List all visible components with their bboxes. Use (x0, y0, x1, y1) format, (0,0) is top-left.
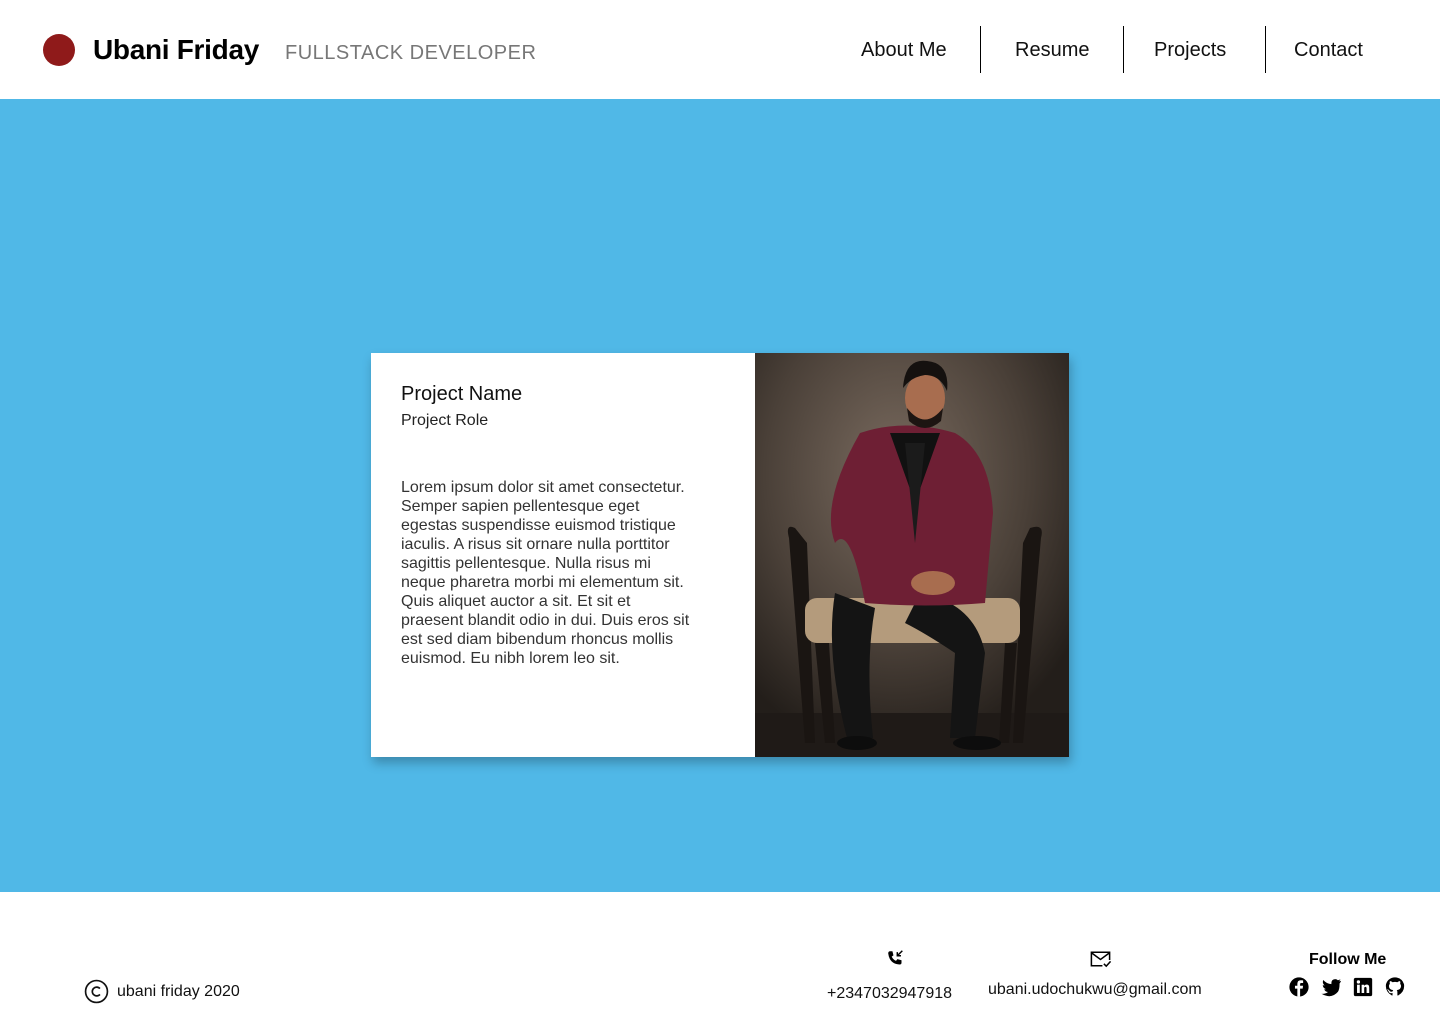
github-icon[interactable] (1384, 976, 1406, 998)
project-photo (755, 353, 1069, 757)
project-card[interactable]: Project Name Project Role Lorem ipsum do… (371, 353, 1069, 757)
main-nav: About Me Resume Projects Contact (834, 26, 1386, 73)
brand-role: FULLSTACK DEVELOPER (285, 42, 537, 64)
portrait-illustration (755, 353, 1069, 757)
nav-resume[interactable]: Resume (981, 26, 1123, 73)
site-footer: ubani friday 2020 +2347032947918 ubani.u… (0, 892, 1440, 1024)
mail-icon (1090, 951, 1112, 968)
social-links (1288, 976, 1406, 998)
nav-contact[interactable]: Contact (1266, 26, 1386, 73)
nav-projects[interactable]: Projects (1124, 26, 1265, 73)
project-description: Lorem ipsum dolor sit amet consectetur. … (401, 479, 690, 667)
phone-icon (888, 950, 903, 965)
site-header: Ubani Friday FULLSTACK DEVELOPER About M… (0, 0, 1440, 99)
linkedin-icon[interactable] (1352, 976, 1374, 998)
copyright: ubani friday 2020 (84, 979, 240, 1004)
phone-number[interactable]: +2347032947918 (827, 984, 952, 1004)
brand-name[interactable]: Ubani Friday (93, 32, 259, 68)
facebook-icon[interactable] (1288, 976, 1310, 998)
project-card-text: Project Name Project Role Lorem ipsum do… (371, 353, 755, 757)
follow-me-label: Follow Me (1309, 951, 1387, 968)
project-name: Project Name (401, 383, 523, 405)
copyright-text: ubani friday 2020 (117, 982, 240, 1000)
project-role: Project Role (401, 412, 489, 429)
email-address[interactable]: ubani.udochukwu@gmail.com (988, 980, 1202, 1000)
nav-about-me[interactable]: About Me (834, 26, 980, 73)
copyright-icon (84, 979, 109, 1004)
twitter-icon[interactable] (1320, 976, 1342, 998)
logo-dot[interactable] (43, 34, 75, 66)
